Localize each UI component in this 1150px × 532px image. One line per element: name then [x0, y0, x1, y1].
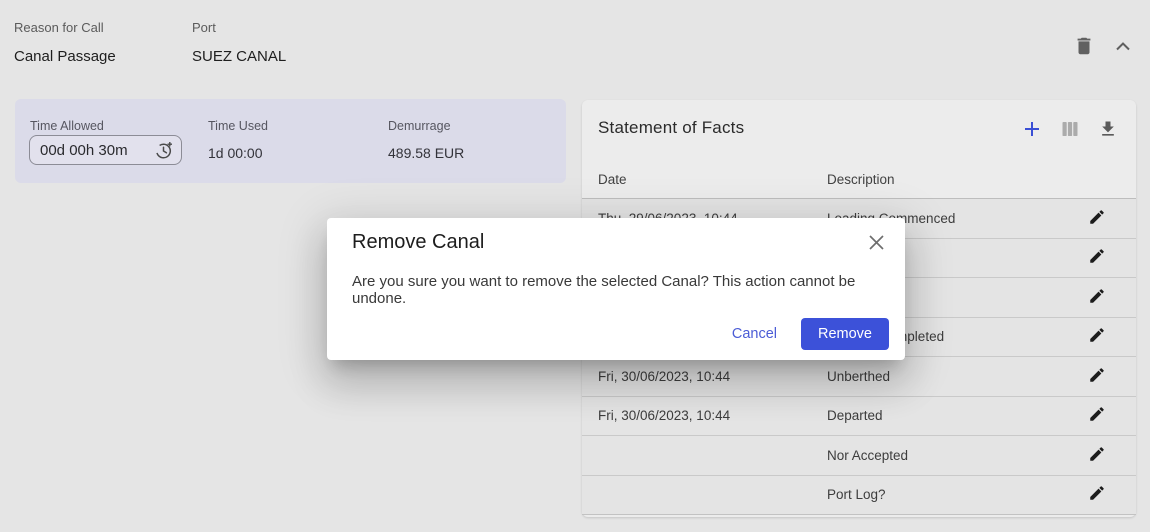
edit-pencil-icon [1088, 445, 1106, 466]
dialog-message: Are you sure you want to remove the sele… [352, 273, 905, 307]
row-date: Fri, 30/06/2023, 10:44 [598, 408, 827, 423]
download-button[interactable] [1098, 119, 1118, 142]
edit-pencil-icon [1088, 366, 1106, 387]
port-label: Port [192, 20, 286, 35]
time-used-label: Time Used [208, 119, 268, 133]
edit-row-button[interactable] [1088, 208, 1106, 229]
edit-pencil-icon [1088, 247, 1106, 268]
chevron-up-icon [1111, 35, 1135, 62]
sof-table-header: Date Description [582, 160, 1136, 199]
row-description: Unberthed [827, 369, 1088, 384]
reason-for-call-value: Canal Passage [14, 48, 116, 65]
edit-row-button[interactable] [1088, 445, 1106, 466]
edit-pencil-icon [1088, 287, 1106, 308]
row-description: Departed [827, 408, 1088, 423]
demurrage-label: Demurrage [388, 119, 451, 133]
row-description: Nor Accepted [827, 448, 1088, 463]
trash-icon [1073, 35, 1095, 60]
edit-pencil-icon [1088, 326, 1106, 347]
demurrage-value: 489.58 EUR [388, 145, 464, 161]
row-description: Port Log? [827, 487, 1088, 502]
port-field: Port SUEZ CANAL [192, 20, 286, 65]
edit-row-button[interactable] [1088, 287, 1106, 308]
time-summary-panel: Time Allowed Time Used 1d 00:00 Demurrag… [15, 99, 566, 183]
port-value: SUEZ CANAL [192, 48, 286, 65]
table-row: Nor Accepted [582, 436, 1136, 476]
columns-icon [1060, 119, 1080, 142]
close-icon [868, 234, 885, 254]
dialog-title: Remove Canal [352, 231, 484, 254]
dialog-actions: Cancel Remove [732, 318, 889, 350]
edit-row-button[interactable] [1088, 247, 1106, 268]
collapse-section-button[interactable] [1110, 36, 1136, 60]
table-row: Port Log? [582, 476, 1136, 516]
time-used-value: 1d 00:00 [208, 145, 263, 161]
cancel-button[interactable]: Cancel [732, 326, 777, 342]
table-row: Fri, 30/06/2023, 10:44 Departed [582, 397, 1136, 437]
remove-canal-dialog: Remove Canal Are you sure you want to re… [327, 218, 905, 360]
edit-row-button[interactable] [1088, 326, 1106, 347]
edit-row-button[interactable] [1088, 405, 1106, 426]
add-event-button[interactable] [1022, 119, 1042, 142]
edit-pencil-icon [1088, 405, 1106, 426]
reason-for-call-field: Reason for Call Canal Passage [14, 20, 116, 65]
edit-row-button[interactable] [1088, 484, 1106, 505]
time-allowed-input[interactable] [29, 135, 182, 165]
edit-row-button[interactable] [1088, 366, 1106, 387]
edit-pencil-icon [1088, 208, 1106, 229]
remove-button[interactable]: Remove [801, 318, 889, 350]
edit-pencil-icon [1088, 484, 1106, 505]
reason-for-call-label: Reason for Call [14, 20, 116, 35]
download-icon [1098, 119, 1118, 142]
row-date: Fri, 30/06/2023, 10:44 [598, 369, 827, 384]
add-icon [1022, 119, 1042, 142]
table-row: Fri, 30/06/2023, 10:44 Unberthed [582, 357, 1136, 397]
statement-of-facts-title: Statement of Facts [598, 118, 744, 138]
delete-canal-button[interactable] [1072, 34, 1096, 60]
columns-button[interactable] [1060, 119, 1080, 142]
more-time-icon[interactable] [154, 140, 174, 160]
time-allowed-label: Time Allowed [30, 119, 104, 133]
sof-toolbar [1022, 119, 1118, 142]
description-column-header[interactable]: Description [827, 172, 1136, 187]
time-allowed-value[interactable] [40, 142, 154, 159]
date-column-header[interactable]: Date [598, 172, 827, 187]
dialog-close-button[interactable] [868, 234, 885, 254]
